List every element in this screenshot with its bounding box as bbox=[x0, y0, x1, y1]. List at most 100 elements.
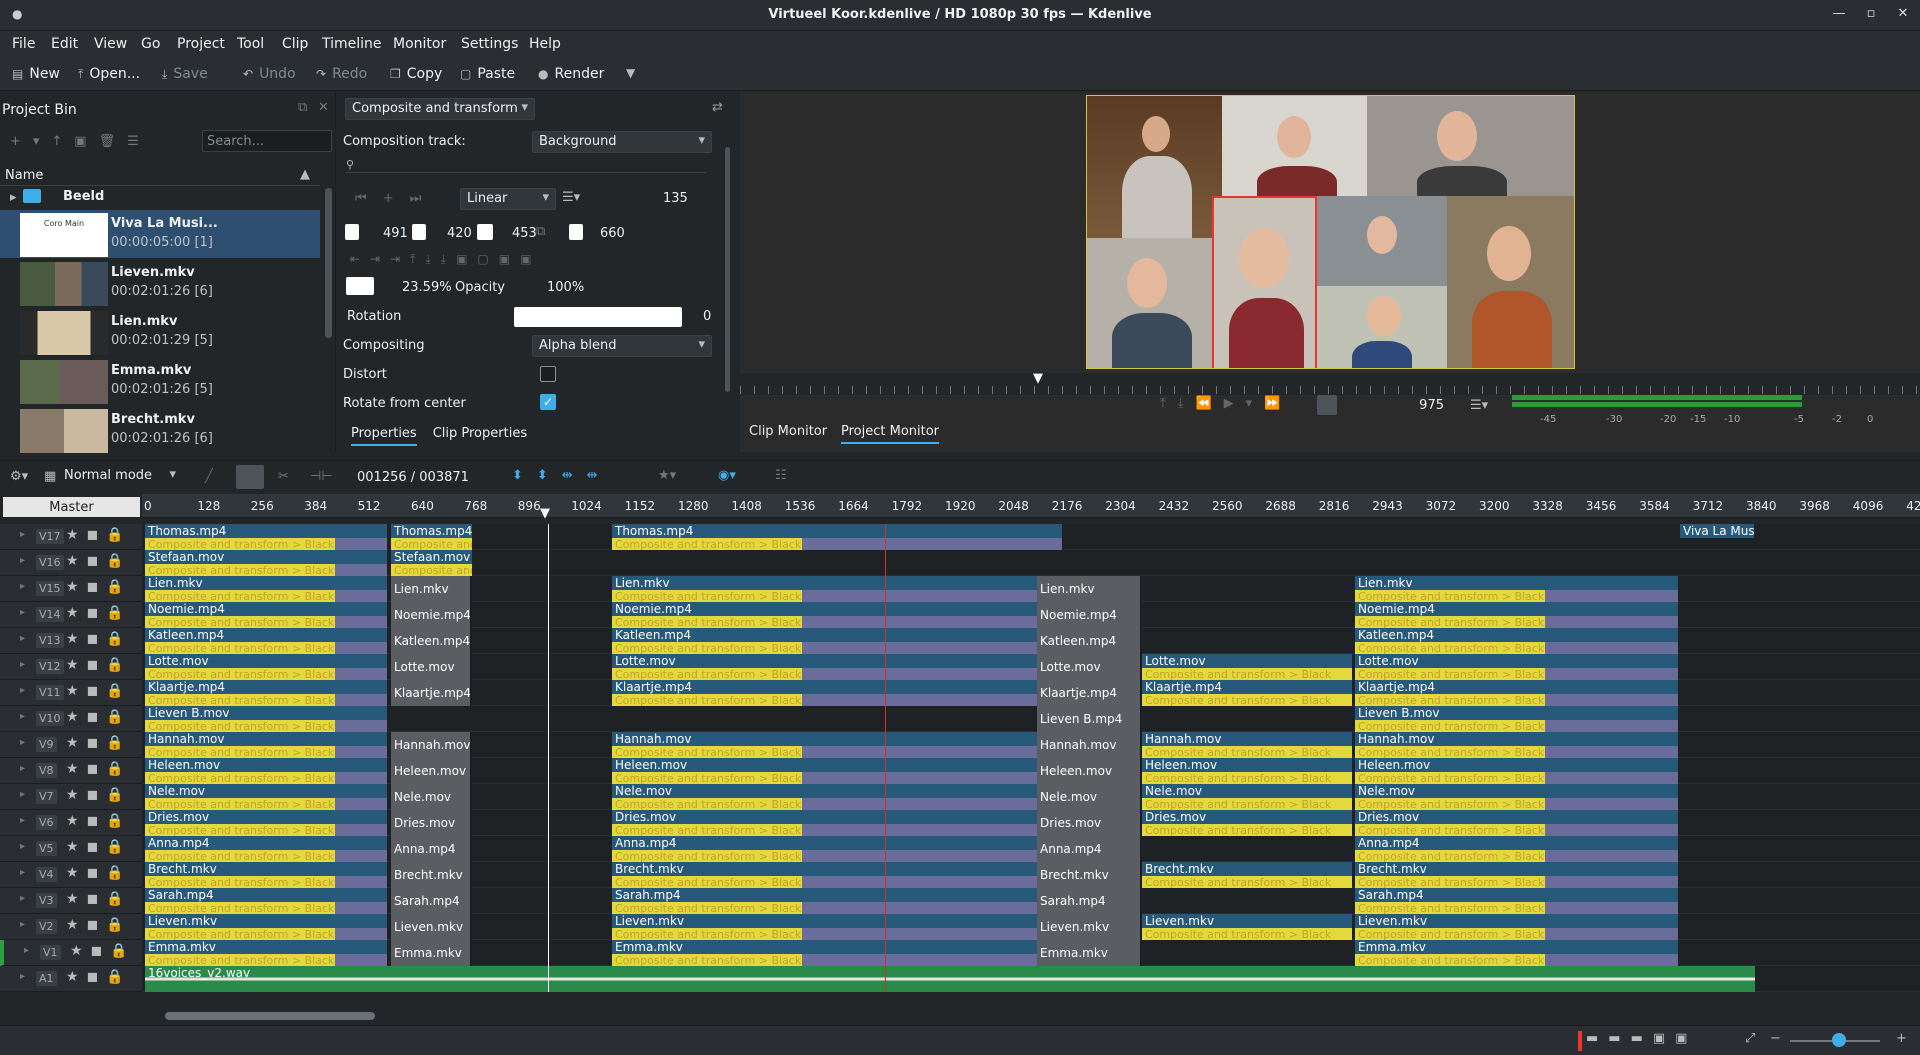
timeline-clip[interactable]: Nele.mov bbox=[1037, 784, 1142, 810]
composition-transition[interactable]: Composite and transform > Black bbox=[145, 616, 335, 628]
timeline-clip[interactable]: Hannah.mov bbox=[612, 732, 1062, 746]
alignment-icons[interactable]: ⇤⇥⇥⤒⤓⤓▣▢▣▣ bbox=[350, 252, 541, 267]
composition-transition[interactable]: Composite and transform > Black bbox=[1355, 772, 1545, 784]
bin-clip-item[interactable]: Lien.mkv 00:02:01:29 [5] bbox=[0, 308, 320, 356]
timeline-clip[interactable]: Thomas.mp4 bbox=[612, 524, 1062, 538]
x-value[interactable]: 491 bbox=[383, 226, 408, 241]
composition-transition[interactable]: Composite and transform > Black bbox=[1142, 746, 1352, 758]
favorite-icon[interactable]: ★▾ bbox=[658, 468, 676, 483]
sort-icon[interactable]: ▲ bbox=[300, 167, 310, 182]
bin-search-input[interactable]: Search... bbox=[202, 130, 332, 152]
monitor-frame-spinbox[interactable]: 975 bbox=[1360, 398, 1444, 413]
timeline-clip[interactable]: Lien.mkv bbox=[145, 576, 387, 590]
timeline-clip[interactable]: Klaartje.mp4 bbox=[612, 680, 1062, 694]
zoom-slider-handle[interactable] bbox=[1832, 1033, 1846, 1047]
track-controls-icons[interactable]: ★◼🔒 bbox=[66, 527, 132, 543]
track-controls-icons[interactable]: ★◼🔒 bbox=[66, 605, 132, 621]
composition-transition[interactable]: Composite and transform > Black bbox=[1142, 772, 1352, 784]
aspect-lock-icon[interactable]: ⧉ bbox=[536, 224, 545, 239]
rotation-slider[interactable] bbox=[514, 307, 682, 327]
timeline-clip[interactable]: Lotte.mov bbox=[612, 654, 1062, 668]
redo-button[interactable]: ↷ Redo bbox=[316, 66, 367, 82]
menu-help[interactable]: Help bbox=[529, 36, 561, 52]
composition-transition[interactable]: Composite and transform > Black bbox=[1355, 590, 1545, 602]
undo-button[interactable]: ↶ Undo bbox=[243, 66, 296, 82]
timeline-clip[interactable]: Emma.mkv bbox=[612, 940, 1062, 954]
timeline-clip[interactable]: Lien.mkv bbox=[612, 576, 1062, 590]
composition-transition[interactable]: Composite and transform > Black bbox=[145, 720, 335, 732]
menu-clip[interactable]: Clip bbox=[282, 36, 308, 52]
composition-transition[interactable]: Composite and transform > Black bbox=[612, 772, 802, 784]
close-panel-icon[interactable]: ✕ bbox=[318, 100, 329, 115]
timeline-clip[interactable]: Lotte.mov bbox=[145, 654, 387, 668]
expand-track-icon[interactable]: ▸ bbox=[20, 841, 25, 852]
timeline-clip[interactable]: Heleen.mov bbox=[612, 758, 1062, 772]
spacer-icon[interactable]: ⊣⊢ bbox=[310, 469, 333, 484]
timeline-clip[interactable]: Nele.mov bbox=[391, 784, 472, 810]
track-lane[interactable]: Emma.mkv Composite and transform > Black E… bbox=[142, 940, 1920, 966]
composition-transition[interactable]: Composite and transform > Black bbox=[1355, 850, 1545, 862]
composition-transition[interactable]: Composite and transform > Black bbox=[145, 902, 335, 914]
tab-properties[interactable]: Properties bbox=[351, 426, 417, 446]
expand-track-icon[interactable]: ▸ bbox=[20, 971, 25, 982]
timeline-clip[interactable]: Emma.mkv bbox=[145, 940, 387, 954]
composition-transition[interactable]: Composite and transform > Black bbox=[1142, 928, 1352, 940]
expand-track-icon[interactable]: ▸ bbox=[20, 893, 25, 904]
composition-transition[interactable]: Composite and transform > Black bbox=[612, 824, 802, 836]
composition-transition[interactable]: Composite and transform > Black bbox=[145, 772, 335, 784]
timeline-clip[interactable]: Lien.mkv bbox=[391, 576, 472, 602]
h-icon[interactable] bbox=[569, 224, 583, 240]
track-header[interactable]: ▸ V15 ★◼🔒 bbox=[0, 576, 142, 602]
composition-transition[interactable]: Composite and transform > Black bbox=[145, 824, 335, 836]
composition-transition[interactable]: Composite and transform > Black bbox=[145, 954, 335, 966]
track-header[interactable]: ▸ V1 ★◼🔒 bbox=[0, 940, 142, 966]
track-header[interactable]: ▸ V17 ★◼🔒 bbox=[0, 524, 142, 550]
timeline-clip[interactable]: Klaartje.mp4 bbox=[1142, 680, 1352, 694]
menu-view[interactable]: View bbox=[94, 36, 127, 52]
composition-transition[interactable]: Composite and transform > Black bbox=[1142, 876, 1352, 888]
timeline-clip[interactable]: Heleen.mov bbox=[145, 758, 387, 772]
effect-settings-icon[interactable]: ⇄ bbox=[712, 100, 723, 115]
composition-transition[interactable]: Composite and transform > Black bbox=[145, 876, 335, 888]
zoom-in-icon[interactable]: + bbox=[1896, 1031, 1907, 1046]
track-controls-icons[interactable]: ★◼🔒 bbox=[66, 761, 132, 777]
master-button[interactable]: Master bbox=[3, 497, 140, 517]
timeline-clip[interactable]: Noemie.mp4 bbox=[391, 602, 472, 628]
bin-scrollbar[interactable] bbox=[325, 188, 332, 338]
composition-transition[interactable]: Composite and transform > Black bbox=[1355, 616, 1545, 628]
track-lane[interactable]: 16voices_v2.wav bbox=[142, 966, 1920, 992]
track-header[interactable]: ▸ V7 ★◼🔒 bbox=[0, 784, 142, 810]
timeline-clip[interactable]: Heleen.mov bbox=[1037, 758, 1142, 784]
track-controls-icons[interactable]: ★◼🔒 bbox=[66, 735, 132, 751]
composition-transition[interactable]: Composite and transform > Black bbox=[1142, 668, 1352, 680]
monitor-video-frame[interactable] bbox=[1086, 95, 1575, 369]
timeline-playhead[interactable] bbox=[548, 524, 549, 992]
menu-timeline[interactable]: Timeline bbox=[322, 36, 382, 52]
composition-transition[interactable]: Composite and transform > Black bbox=[145, 668, 335, 680]
track-controls-icons[interactable]: ★◼🔒 bbox=[70, 943, 136, 959]
timeline-clip[interactable]: Lieven.mkv bbox=[1355, 914, 1678, 928]
timeline-clip[interactable]: Sarah.mp4 bbox=[612, 888, 1062, 902]
track-lane[interactable]: Heleen.mov Composite and transform > Blac… bbox=[142, 758, 1920, 784]
composition-transition[interactable]: Composite and transform > Black bbox=[1355, 954, 1545, 966]
timeline-clip[interactable]: Katleen.mp4 bbox=[612, 628, 1062, 642]
timeline-clip[interactable]: Noemie.mp4 bbox=[612, 602, 1062, 616]
track-lane[interactable]: Katleen.mp4 Composite and transform > Bla… bbox=[142, 628, 1920, 654]
bin-clip-item[interactable]: Lieven.mkv 00:02:01:26 [6] bbox=[0, 259, 320, 307]
composition-transition[interactable]: Composite and transform > Black bbox=[145, 798, 335, 810]
composition-transition[interactable]: Composite and transform > Black bbox=[612, 876, 802, 888]
timeline-clip[interactable]: Sarah.mp4 bbox=[1355, 888, 1678, 902]
composition-transition[interactable]: Composite and transform > Black bbox=[612, 798, 802, 810]
track-header[interactable]: ▸ V10 ★◼🔒 bbox=[0, 706, 142, 732]
razor-icon[interactable]: ╱ bbox=[205, 469, 213, 484]
track-controls-icons[interactable]: ★◼🔒 bbox=[66, 839, 132, 855]
composition-transition[interactable]: Composite and transform > Black bbox=[612, 616, 802, 628]
track-lane[interactable]: Lieven B.mov Composite and transform > Bl… bbox=[142, 706, 1920, 732]
composition-transition[interactable]: Composite and transform > Black bbox=[145, 850, 335, 862]
settings-icon[interactable]: ⚙▾ bbox=[10, 469, 28, 484]
track-lane[interactable]: Stefaan.mov Composite and transform > Bla… bbox=[142, 550, 1920, 576]
expand-track-icon[interactable]: ▸ bbox=[20, 607, 25, 618]
bin-folder[interactable]: ▸ Beeld bbox=[0, 187, 320, 207]
float-icon[interactable]: ⧉ bbox=[298, 100, 307, 115]
timeline-clip[interactable]: Anna.mp4 bbox=[1355, 836, 1678, 850]
